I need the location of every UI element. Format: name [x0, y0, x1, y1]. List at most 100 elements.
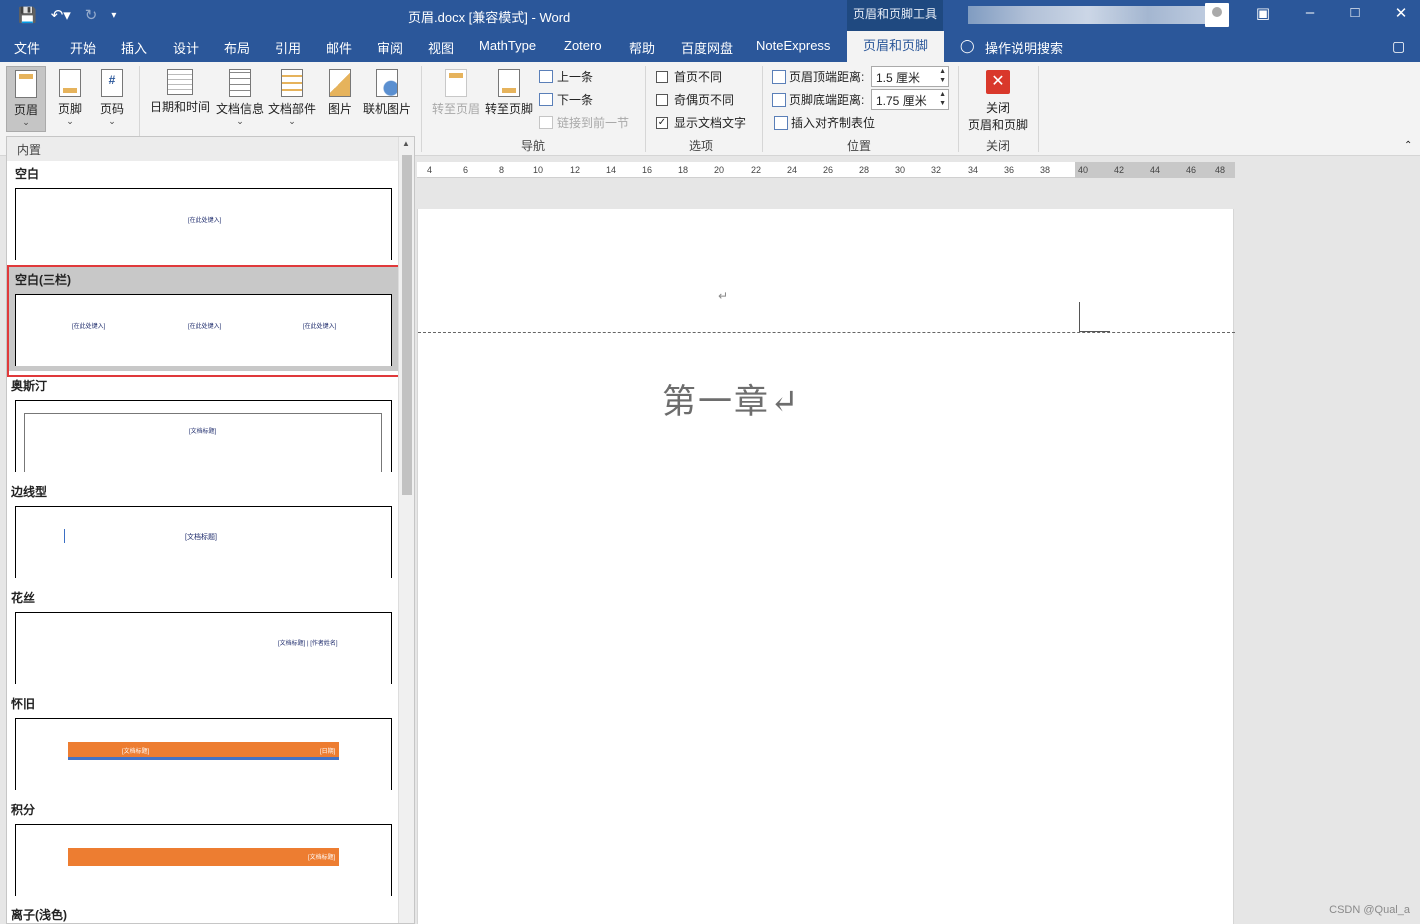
tab-review[interactable]: 审阅	[377, 38, 403, 57]
gallery-item-label: 花丝	[11, 591, 36, 605]
tab-zotero[interactable]: Zotero	[564, 38, 602, 53]
header-boundary-line	[418, 332, 1235, 333]
tab-layout[interactable]: 布局	[224, 38, 250, 57]
alignment-tab-icon	[774, 115, 788, 130]
orange-banner: [文档标题]	[68, 848, 339, 866]
scrollbar-thumb[interactable]	[402, 155, 412, 495]
lightbulb-icon: ◯	[960, 38, 975, 53]
horizontal-ruler[interactable]: 4 6 8 10 12 14 16 18 20 22 24 26 28 30 3…	[417, 162, 1235, 178]
tab-references[interactable]: 引用	[275, 38, 301, 57]
calendar-icon	[167, 69, 193, 95]
gallery-item-sideline[interactable]: [文档标题]	[15, 506, 392, 578]
header-button[interactable]: 页眉 ⌄	[6, 66, 46, 132]
tab-help[interactable]: 帮助	[629, 38, 655, 57]
chapter-heading[interactable]: 第一章↵	[662, 374, 801, 423]
placeholder-text: [文档标题]	[185, 534, 217, 541]
date-time-button[interactable]: 日期和时间	[148, 69, 212, 115]
gallery-item-retrospect[interactable]: [文档标题] [日期]	[15, 718, 392, 790]
chevron-down-icon: ⌄	[22, 117, 30, 127]
ruler-tick: 14	[606, 165, 617, 175]
different-first-page-checkbox[interactable]: 首页不同	[656, 68, 722, 85]
check-icon: ✓	[656, 116, 668, 129]
gallery-scrollbar[interactable]: ▲	[398, 137, 414, 923]
undo-icon[interactable]: ↶▾	[51, 6, 71, 24]
chevron-down-icon: ⌄	[236, 116, 244, 126]
group-separator	[421, 66, 422, 152]
redo-icon[interactable]: ↻	[85, 6, 98, 24]
header-position-label: 页眉顶端距离:	[772, 68, 864, 85]
ruler-tick: 46	[1186, 165, 1197, 175]
doc-info-button[interactable]: 文档信息 ⌄	[214, 69, 266, 126]
ruler-tick: 32	[931, 165, 942, 175]
comments-icon[interactable]: ▢	[1392, 38, 1405, 55]
group-separator	[1038, 66, 1039, 152]
link-icon	[539, 116, 553, 129]
goto-footer-button[interactable]: 转至页脚	[483, 69, 535, 117]
document-page[interactable]: ↵ 第一章↵	[417, 209, 1235, 924]
tab-noteexpress[interactable]: NoteExpress	[756, 38, 830, 53]
save-icon[interactable]: 💾	[18, 6, 37, 24]
footer-bottom-icon	[772, 92, 786, 107]
header-from-top-input[interactable]: 1.5 厘米 ▲ ▼	[871, 66, 949, 87]
online-picture-button[interactable]: 联机图片	[360, 69, 414, 117]
ruler-tick: 40	[1078, 165, 1089, 175]
ruler-tick: 44	[1150, 165, 1161, 175]
footer-from-bottom-input[interactable]: 1.75 厘米 ▲ ▼	[871, 89, 949, 110]
customize-qat-icon[interactable]: ▾	[111, 10, 116, 21]
show-document-text-checkbox[interactable]: ✓ 显示文档文字	[656, 114, 746, 131]
page-number-button[interactable]: # 页码 ⌄	[94, 69, 130, 126]
maximize-icon[interactable]: □	[1345, 4, 1365, 21]
link-to-previous-button[interactable]: 链接到前一节	[539, 114, 629, 131]
ribbon-display-icon[interactable]: ▣	[1253, 4, 1273, 22]
tab-home[interactable]: 开始	[70, 38, 96, 57]
gallery-item-integral[interactable]: [文档标题]	[15, 824, 392, 896]
placeholder-text: [日期]	[320, 749, 336, 755]
gallery-item-filigree[interactable]: [文档标题] | [作者姓名]	[15, 612, 392, 684]
next-icon	[539, 93, 553, 106]
close-header-footer-button[interactable]: ✕ 关闭 页眉和页脚	[966, 70, 1030, 133]
insert-alignment-tab-button[interactable]: 插入对齐制表位	[774, 114, 875, 131]
picture-button[interactable]: 图片	[324, 69, 356, 117]
previous-button[interactable]: 上一条	[539, 68, 593, 85]
ruler-tick: 12	[570, 165, 581, 175]
spinner-arrows-icon[interactable]: ▲ ▼	[939, 90, 946, 108]
quick-parts-icon	[281, 69, 303, 97]
collapse-ribbon-icon[interactable]: ⌃	[1404, 140, 1412, 151]
user-name-blurred[interactable]	[968, 6, 1208, 24]
different-odd-even-checkbox[interactable]: 奇偶页不同	[656, 91, 734, 108]
goto-header-button[interactable]: 转至页眉	[430, 69, 482, 117]
gallery-item-blank[interactable]: [在此处键入]	[15, 188, 392, 260]
next-button[interactable]: 下一条	[539, 91, 593, 108]
tab-mathtype[interactable]: MathType	[479, 38, 536, 53]
header-paragraph-mark[interactable]: ↵	[718, 289, 728, 303]
ruler-tick: 10	[533, 165, 544, 175]
ruler-tick: 28	[859, 165, 870, 175]
placeholder-text: [文档标题] | [作者姓名]	[278, 641, 338, 647]
tab-mailings[interactable]: 邮件	[326, 38, 352, 57]
ruler-tick: 8	[499, 165, 505, 175]
minimize-icon[interactable]: –	[1300, 4, 1320, 21]
tell-me-search[interactable]: 操作说明搜索	[985, 38, 1063, 57]
gallery-item-austin[interactable]: [文档标题]	[15, 400, 392, 472]
text-cursor	[1079, 302, 1080, 332]
close-icon[interactable]: ✕	[1391, 4, 1411, 22]
ruler-tick: 36	[1004, 165, 1015, 175]
doc-parts-button[interactable]: 文档部件 ⌄	[266, 69, 318, 126]
group-separator	[645, 66, 646, 152]
gallery-item-label: 奥斯汀	[11, 379, 48, 393]
tab-insert[interactable]: 插入	[121, 38, 147, 57]
avatar[interactable]	[1205, 3, 1229, 27]
scroll-up-icon[interactable]: ▲	[402, 139, 410, 148]
gallery-item-label: 离子(浅色)	[11, 908, 67, 922]
tab-view[interactable]: 视图	[428, 38, 454, 57]
tab-file[interactable]: 文件	[14, 38, 40, 57]
placeholder-text: [文档标题]	[122, 749, 150, 755]
ruler-tick: 26	[823, 165, 834, 175]
footer-button[interactable]: 页脚 ⌄	[52, 69, 88, 126]
tab-design[interactable]: 设计	[173, 38, 199, 57]
tab-baidu-netdisk[interactable]: 百度网盘	[681, 38, 733, 57]
tab-header-footer[interactable]: 页眉和页脚	[847, 31, 945, 62]
header-top-icon	[772, 69, 786, 84]
spinner-arrows-icon[interactable]: ▲ ▼	[939, 67, 946, 85]
orange-banner: [文档标题] [日期]	[68, 742, 339, 760]
